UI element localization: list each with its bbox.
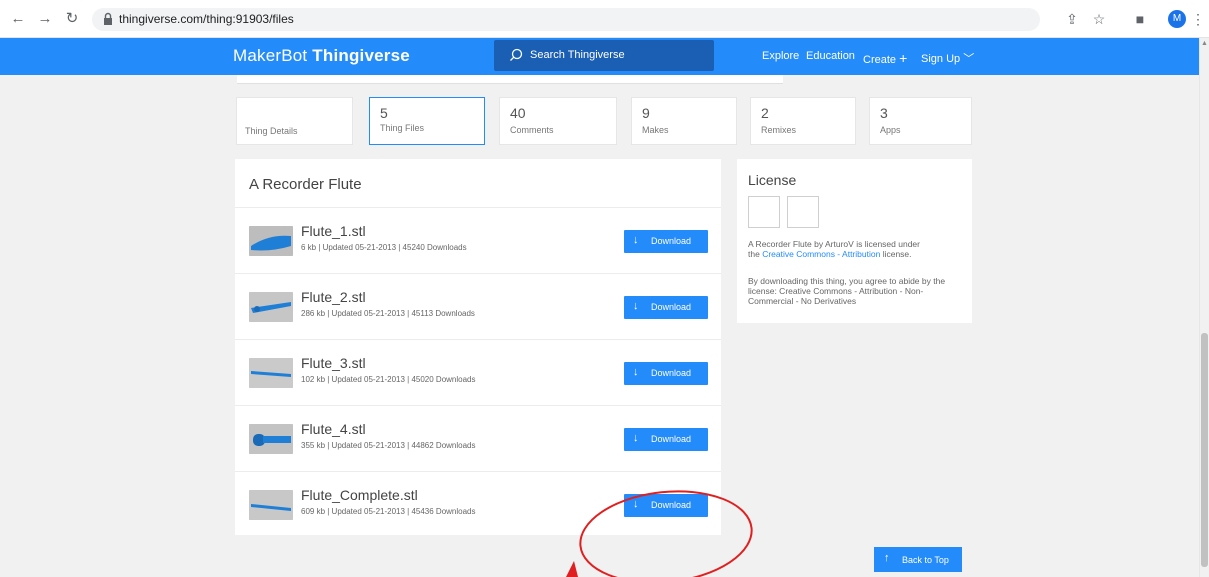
scrollbar-thumb[interactable] <box>1201 333 1208 567</box>
download-arrow-icon: ↓ <box>633 498 639 510</box>
logo-thingiverse: Thingiverse <box>312 46 410 65</box>
license-badge-icon[interactable] <box>787 196 819 228</box>
nav-education[interactable]: Education <box>806 50 855 62</box>
file-name[interactable]: Flute_1.stl <box>301 223 366 239</box>
file-meta: 355 kb | Updated 05-21-2013 | 44862 Down… <box>301 441 476 450</box>
sidepanel-icon[interactable]: ■ <box>1130 9 1150 29</box>
annotation-arrow-icon <box>566 561 578 577</box>
download-arrow-icon: ↓ <box>633 234 639 246</box>
file-row: Flute_2.stl 286 kb | Updated 05-21-2013 … <box>235 273 721 339</box>
nav-create-label: Create <box>863 54 897 66</box>
file-name[interactable]: Flute_Complete.stl <box>301 487 418 503</box>
license-agreement: By downloading this thing, you agree to … <box>748 276 946 306</box>
license-card: License A Recorder Flute by ArturoV is l… <box>737 159 972 323</box>
file-thumbnail[interactable] <box>249 226 293 256</box>
tab-count: 40 <box>510 105 526 121</box>
nav-signup[interactable]: Sign Up ﹀ <box>921 50 974 66</box>
license-badge-icon[interactable] <box>748 196 780 228</box>
file-thumbnail[interactable] <box>249 490 293 520</box>
back-arrow-icon[interactable]: ← <box>9 10 27 28</box>
tab-comments[interactable]: 40 Comments <box>499 97 617 145</box>
bookmark-star-icon[interactable]: ☆ <box>1089 9 1109 29</box>
license-line-a: A Recorder Flute by ArturoV is licensed … <box>748 239 920 249</box>
back-to-top-label: Back to Top <box>902 555 949 565</box>
browser-toolbar: ← → ↻ thingiverse.com/thing:91903/files … <box>0 0 1209 38</box>
menu-kebab-icon[interactable]: ⋮ <box>1188 9 1208 29</box>
arrow-up-icon: ↑ <box>884 552 890 564</box>
chevron-down-icon: ﹀ <box>963 53 975 65</box>
tab-count: 5 <box>380 105 388 121</box>
tab-apps[interactable]: 3 Apps <box>869 97 972 145</box>
reload-icon[interactable]: ↻ <box>63 10 81 28</box>
download-button[interactable]: ↓ Download <box>624 494 708 517</box>
profile-avatar[interactable]: M <box>1168 10 1186 28</box>
back-to-top-button[interactable]: ↑ Back to Top <box>874 547 962 572</box>
search-placeholder: Search Thingiverse <box>530 49 625 61</box>
file-row: Flute_4.stl 355 kb | Updated 05-21-2013 … <box>235 405 721 471</box>
site-header: MakerBot Thingiverse Search Thingiverse … <box>0 38 1199 75</box>
tab-label: Remixes <box>761 125 797 135</box>
file-row: Flute_Complete.stl 609 kb | Updated 05-2… <box>235 471 721 537</box>
license-title: License <box>748 172 797 188</box>
file-row: Flute_1.stl 6 kb | Updated 05-21-2013 | … <box>235 207 721 273</box>
download-arrow-icon: ↓ <box>633 366 639 378</box>
file-meta: 102 kb | Updated 05-21-2013 | 45020 Down… <box>301 375 476 384</box>
tab-label: Thing Details <box>245 126 298 136</box>
file-thumbnail[interactable] <box>249 292 293 322</box>
nav-signup-label: Sign Up <box>921 53 961 65</box>
url-text: thingiverse.com/thing:91903/files <box>119 12 294 26</box>
download-button[interactable]: ↓ Download <box>624 230 708 253</box>
search-input[interactable]: Search Thingiverse <box>494 40 714 71</box>
license-line-b: the <box>748 249 760 259</box>
download-arrow-icon: ↓ <box>633 300 639 312</box>
tab-count: 9 <box>642 105 650 121</box>
tab-makes[interactable]: 9 Makes <box>631 97 737 145</box>
tab-count: 3 <box>880 105 888 121</box>
scroll-up-arrow-icon[interactable]: ▲ <box>1201 40 1208 47</box>
download-label: Download <box>651 236 692 246</box>
tab-thing-files[interactable]: 5 Thing Files <box>369 97 485 145</box>
file-thumbnail[interactable] <box>249 424 293 454</box>
files-card: A Recorder Flute Flute_1.stl 6 kb | Upda… <box>235 159 721 535</box>
address-bar[interactable]: thingiverse.com/thing:91903/files <box>92 8 1040 31</box>
files-title: A Recorder Flute <box>249 176 362 193</box>
file-name[interactable]: Flute_3.stl <box>301 355 366 371</box>
file-row: Flute_3.stl 102 kb | Updated 05-21-2013 … <box>235 339 721 405</box>
file-meta: 286 kb | Updated 05-21-2013 | 45113 Down… <box>301 309 475 318</box>
file-meta: 6 kb | Updated 05-21-2013 | 45240 Downlo… <box>301 243 467 252</box>
license-line-c: license. <box>882 249 912 259</box>
plus-icon: + <box>899 50 908 66</box>
forward-arrow-icon[interactable]: → <box>36 10 54 28</box>
file-name[interactable]: Flute_2.stl <box>301 289 366 305</box>
tab-label: Thing Files <box>380 123 425 133</box>
top-card-edge <box>237 75 783 84</box>
lock-icon <box>104 12 112 25</box>
tab-count: 2 <box>761 105 769 121</box>
file-meta: 609 kb | Updated 05-21-2013 | 45436 Down… <box>301 507 476 516</box>
download-button[interactable]: ↓ Download <box>624 296 708 319</box>
download-label: Download <box>651 500 692 510</box>
license-statement: A Recorder Flute by ArturoV is licensed … <box>748 239 963 259</box>
tab-thing-details[interactable]: Thing Details <box>236 97 353 145</box>
download-label: Download <box>651 434 692 444</box>
logo-makerbot: MakerBot <box>233 46 308 65</box>
tab-label: Apps <box>880 125 901 135</box>
share-icon[interactable]: ⇪ <box>1062 9 1082 29</box>
download-label: Download <box>651 302 692 312</box>
download-button[interactable]: ↓ Download <box>624 428 708 451</box>
site-logo[interactable]: MakerBot Thingiverse <box>233 46 410 66</box>
download-button[interactable]: ↓ Download <box>624 362 708 385</box>
tab-label: Makes <box>642 125 669 135</box>
search-icon <box>510 48 523 61</box>
tab-label: Comments <box>510 125 554 135</box>
download-label: Download <box>651 368 692 378</box>
nav-explore[interactable]: Explore <box>762 50 799 62</box>
nav-create[interactable]: Create + <box>863 50 907 66</box>
file-thumbnail[interactable] <box>249 358 293 388</box>
license-link[interactable]: Creative Commons - Attribution <box>762 249 880 259</box>
tab-remixes[interactable]: 2 Remixes <box>750 97 856 145</box>
file-name[interactable]: Flute_4.stl <box>301 421 366 437</box>
download-arrow-icon: ↓ <box>633 432 639 444</box>
